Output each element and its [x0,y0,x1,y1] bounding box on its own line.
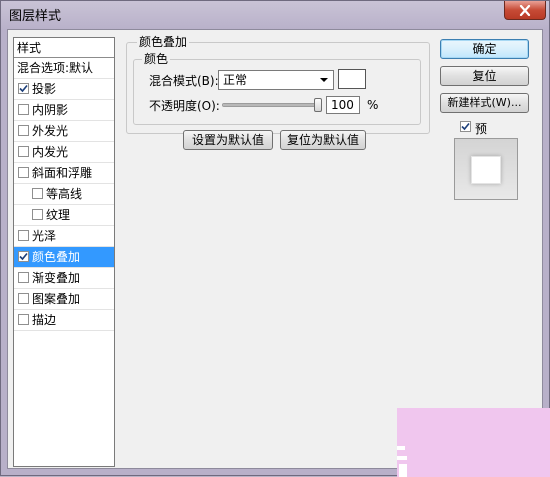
style-list-item-label: 外发光 [32,124,69,138]
checkmark-icon [461,122,470,131]
style-checkbox[interactable] [18,251,29,262]
style-list-item-label: 内阴影 [32,103,69,117]
ok-button[interactable]: 确定 [440,39,529,59]
style-list-item[interactable]: 投影 [14,79,114,100]
opacity-input[interactable]: 100 [326,96,360,114]
watermark-logo-mark [397,446,405,450]
style-list-item[interactable]: 内发光 [14,142,114,163]
opacity-unit: % [367,98,379,112]
make-default-button[interactable]: 设置为默认值 [183,130,273,150]
opacity-slider[interactable] [222,103,322,107]
style-list-item-label: 渐变叠加 [32,271,81,285]
style-list-item-label: 混合选项:默认 [17,61,94,75]
style-list-item[interactable]: 渐变叠加 [14,268,114,289]
style-checkbox[interactable] [32,188,43,199]
checkmark-icon [19,84,28,93]
new-style-button[interactable]: 新建样式(W)... [440,93,529,113]
checkmark-icon [19,252,28,261]
style-list-item-label: 颜色叠加 [32,250,81,264]
opacity-label: 不透明度(O): [149,99,220,113]
window-title: 图层样式 [9,9,62,24]
style-checkbox[interactable] [18,230,29,241]
style-list-item-label: 投影 [32,82,57,96]
opacity-slider-fill [223,104,321,106]
opacity-slider-thumb[interactable] [314,98,322,112]
overlay-color-swatch[interactable] [338,69,366,89]
color-overlay-group: 颜色叠加 颜色 混合模式(B): 正常 不透明度(O): 100 % [126,35,430,134]
style-list: 样式 混合选项:默认投影内阴影外发光内发光斜面和浮雕等高线纹理光泽颜色叠加渐变叠… [13,37,115,467]
reset-button[interactable]: 复位 [440,66,529,86]
blend-mode-select[interactable]: 正常 [218,70,334,90]
style-checkbox[interactable] [18,293,29,304]
close-icon [519,4,531,16]
blend-mode-value: 正常 [223,73,248,87]
style-checkbox[interactable] [18,125,29,136]
title-bar[interactable]: 图层样式 [1,1,549,29]
watermark-logo-mark [399,464,407,477]
style-list-item-label: 图案叠加 [32,292,81,306]
style-list-item[interactable]: 等高线 [14,184,114,205]
style-list-item-label: 等高线 [46,187,83,201]
style-list-item-label: 纹理 [46,208,71,222]
watermark [397,408,550,477]
style-list-item[interactable]: 斜面和浮雕 [14,163,114,184]
style-list-item[interactable]: 内阴影 [14,100,114,121]
style-checkbox[interactable] [18,167,29,178]
style-checkbox[interactable] [18,314,29,325]
style-checkbox[interactable] [32,209,43,220]
style-checkbox[interactable] [18,272,29,283]
style-list-item-label: 斜面和浮雕 [32,166,93,180]
color-sub-group: 颜色 混合模式(B): 正常 不透明度(O): 100 % [133,52,421,125]
style-checkbox[interactable] [18,83,29,94]
style-checkbox[interactable] [18,104,29,115]
style-list-item[interactable]: 颜色叠加 [14,247,114,268]
style-preview [454,138,518,200]
style-checkbox[interactable] [18,146,29,157]
style-list-item-label: 光泽 [32,229,57,243]
layer-style-dialog: 图层样式 样式 混合选项:默认 投影 内阴影 外发光 内发光 斜面和浮雕 等高线 纹理 光泽 颜色… [0,0,550,477]
style-list-item-label: 描边 [32,313,57,327]
blend-mode-label: 混合模式(B): [149,74,219,88]
chevron-down-icon [320,78,328,82]
style-list-item[interactable]: 描边 [14,310,114,331]
preview-checkbox[interactable] [460,121,471,132]
style-list-item[interactable]: 光泽 [14,226,114,247]
watermark-logo-mark [397,456,407,460]
color-overlay-group-title: 颜色叠加 [137,35,190,49]
preview-swatch [471,156,501,184]
style-list-item-label: 内发光 [32,145,69,159]
close-button[interactable] [504,1,546,20]
style-list-item[interactable]: 混合选项:默认 [14,58,114,79]
dialog-body: 样式 混合选项:默认 投影 内阴影 外发光 内发光 斜面和浮雕 等高线 纹理 光泽 颜色叠加 渐变叠… [7,29,543,469]
reset-to-default-button[interactable]: 复位为默认值 [280,130,366,150]
style-list-item[interactable]: 图案叠加 [14,289,114,310]
color-sub-group-title: 颜色 [142,52,171,66]
style-list-item[interactable]: 外发光 [14,121,114,142]
style-list-item[interactable]: 纹理 [14,205,114,226]
style-list-header[interactable]: 样式 [14,38,114,58]
